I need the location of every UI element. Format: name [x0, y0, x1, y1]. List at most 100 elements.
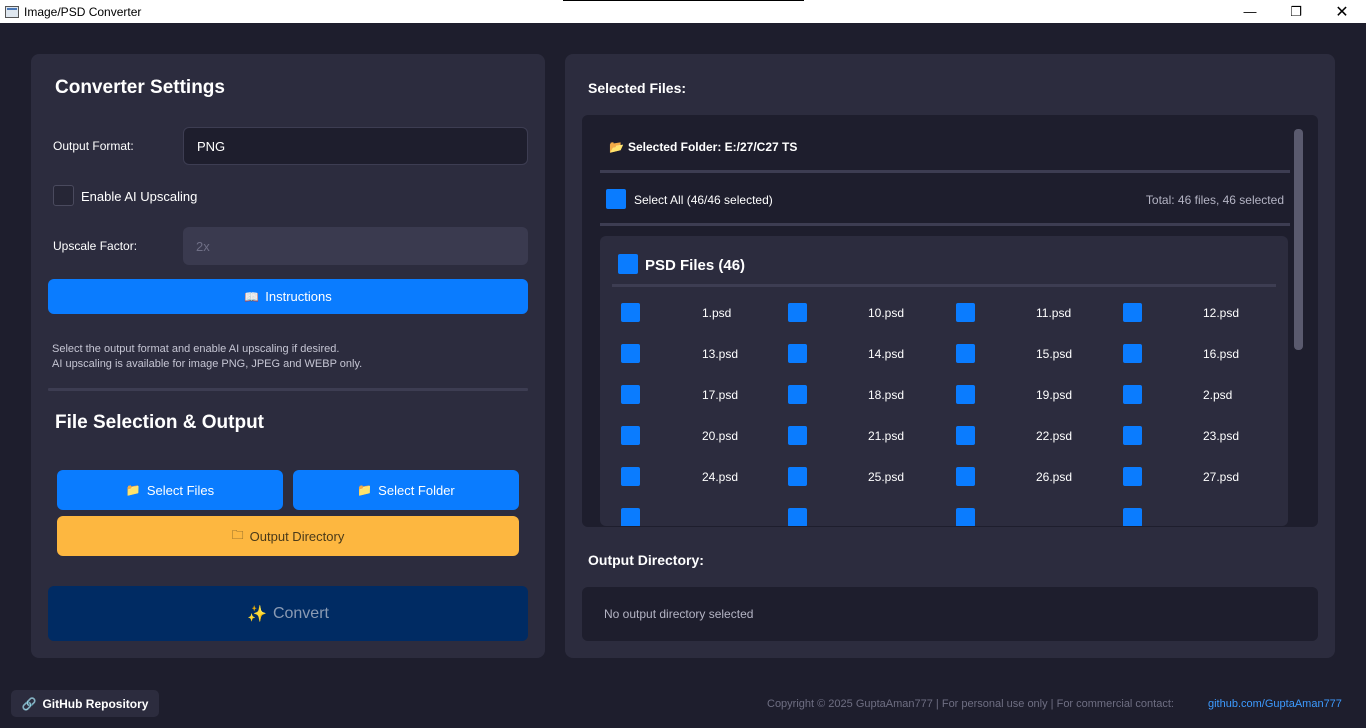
- output-directory-heading: Output Directory:: [588, 552, 704, 568]
- file-checkbox[interactable]: [956, 344, 975, 363]
- github-repository-label: GitHub Repository: [42, 696, 149, 711]
- instructions-label: Instructions: [265, 289, 332, 304]
- file-checkbox[interactable]: [1123, 426, 1142, 445]
- instructions-button[interactable]: 📖 Instructions: [48, 279, 528, 314]
- total-files-label: Total: 46 files, 46 selected: [1145, 193, 1284, 207]
- select-folder-label: Select Folder: [378, 482, 455, 498]
- minimize-button[interactable]: —: [1227, 0, 1273, 23]
- output-directory-display: No output directory selected: [582, 587, 1318, 641]
- folder-icon: 📁: [125, 483, 141, 497]
- selected-folder-line: 📂 Selected Folder: E:/27/C27 TS: [609, 140, 797, 154]
- psd-group-checkbox[interactable]: [618, 254, 638, 274]
- help-text: Select the output format and enable AI u…: [52, 342, 362, 372]
- file-name: 20.psd: [702, 429, 739, 443]
- select-files-button[interactable]: 📁 Select Files: [57, 470, 283, 510]
- file-name: 23.psd: [1203, 429, 1240, 443]
- file-name: 10.psd: [868, 306, 905, 320]
- file-checkbox[interactable]: [788, 303, 807, 322]
- file-checkbox[interactable]: [621, 385, 640, 404]
- upscale-factor-placeholder: 2x: [196, 238, 210, 254]
- file-checkbox[interactable]: [1123, 467, 1142, 486]
- file-name: 1.psd: [702, 306, 732, 320]
- file-checkbox[interactable]: [1123, 303, 1142, 322]
- file-checkbox[interactable]: [1123, 344, 1142, 363]
- ai-upscaling-label[interactable]: Enable AI Upscaling: [81, 189, 197, 204]
- app-icon: [5, 5, 19, 18]
- file-list-scrollbar[interactable]: [1294, 129, 1303, 350]
- file-checkbox[interactable]: [1123, 385, 1142, 404]
- output-format-value: PNG: [197, 138, 226, 154]
- file-name: 15.psd: [1036, 347, 1073, 361]
- file-name: 2.psd: [1203, 388, 1233, 402]
- close-button[interactable]: ✕: [1319, 0, 1365, 23]
- close-icon: ✕: [1335, 3, 1349, 21]
- file-checkbox[interactable]: [621, 467, 640, 486]
- file-checkbox[interactable]: [621, 303, 640, 322]
- file-name: 17.psd: [702, 388, 739, 402]
- file-selection-heading: File Selection & Output: [55, 412, 265, 433]
- minimize-icon: —: [1243, 4, 1257, 19]
- file-name: 27.psd: [1203, 470, 1240, 484]
- file-checkbox[interactable]: [956, 467, 975, 486]
- restore-button[interactable]: ❐: [1273, 0, 1319, 23]
- section-divider: [48, 388, 528, 391]
- select-all-label[interactable]: Select All (46/46 selected): [634, 193, 773, 207]
- selected-files-heading: Selected Files:: [588, 80, 687, 96]
- link-icon: 🔗: [21, 696, 37, 711]
- title-bar-accent-strip: [563, 0, 804, 1]
- converter-settings-panel: Converter Settings Output Format: PNG En…: [31, 54, 545, 658]
- file-checkbox[interactable]: [788, 467, 807, 486]
- file-checkbox[interactable]: [956, 385, 975, 404]
- window-title: Image/PSD Converter: [24, 4, 142, 19]
- github-repository-button[interactable]: 🔗 GitHub Repository: [11, 690, 159, 717]
- file-checkbox[interactable]: [956, 508, 975, 526]
- selected-files-panel: Selected Files: 📂 Selected Folder: E:/27/…: [565, 54, 1335, 658]
- convert-button[interactable]: ✨ Convert: [48, 586, 528, 641]
- output-format-select[interactable]: PNG: [183, 127, 528, 165]
- file-name: 21.psd: [868, 429, 905, 443]
- file-name: 11.psd: [1036, 306, 1072, 320]
- select-files-label: Select Files: [146, 482, 215, 498]
- folder-outline-icon: 🗀: [231, 527, 244, 542]
- file-checkbox[interactable]: [956, 426, 975, 445]
- file-name: 16.psd: [1203, 347, 1240, 361]
- file-name: 14.psd: [868, 347, 905, 361]
- psd-files-group: PSD Files (46) 1.psd 10.psd 11.psd 12.psd 13…: [600, 236, 1288, 526]
- copyright-text: Copyright © 2025 GuptaAman777 | For pers…: [767, 698, 1174, 710]
- file-name: 24.psd: [702, 470, 739, 484]
- file-name: 19.psd: [1036, 388, 1073, 402]
- file-name: 12.psd: [1203, 306, 1240, 320]
- sparkles-icon: ✨: [247, 605, 267, 623]
- converter-settings-heading: Converter Settings: [55, 77, 225, 98]
- output-directory-value: No output directory selected: [604, 607, 754, 621]
- file-checkbox[interactable]: [1123, 508, 1142, 526]
- file-checkbox[interactable]: [788, 508, 807, 526]
- file-checkbox[interactable]: [621, 426, 640, 445]
- help-line-2: AI upscaling is available for image PNG,…: [52, 358, 363, 370]
- select-all-divider: [600, 223, 1290, 226]
- file-checkbox[interactable]: [621, 344, 640, 363]
- help-line-1: Select the output format and enable AI u…: [52, 343, 340, 355]
- file-checkbox[interactable]: [621, 508, 640, 526]
- file-checkbox[interactable]: [788, 344, 807, 363]
- selected-folder-label: Selected Folder: E:/27/C27 TS: [627, 140, 798, 154]
- ai-upscaling-checkbox[interactable]: [53, 185, 74, 206]
- select-folder-button[interactable]: 📁 Select Folder: [293, 470, 519, 510]
- selected-files-list[interactable]: 📂 Selected Folder: E:/27/C27 TS Select Al…: [582, 115, 1318, 527]
- select-all-checkbox[interactable]: [606, 189, 626, 209]
- title-bar: Image/PSD Converter — ❐ ✕: [0, 0, 1366, 23]
- convert-label: Convert: [272, 604, 329, 622]
- folder-icon: 📁: [357, 483, 373, 497]
- output-directory-label: Output Directory: [249, 528, 345, 544]
- output-directory-button[interactable]: 🗀 Output Directory: [57, 516, 519, 556]
- file-checkbox[interactable]: [788, 426, 807, 445]
- file-name: 26.psd: [1036, 470, 1073, 484]
- upscale-factor-select: 2x: [183, 227, 528, 265]
- file-checkbox[interactable]: [788, 385, 807, 404]
- book-icon: 📖: [244, 289, 260, 304]
- psd-group-title: PSD Files (46): [645, 257, 746, 274]
- file-name: 22.psd: [1036, 429, 1073, 443]
- file-checkbox[interactable]: [956, 303, 975, 322]
- upscale-factor-label: Upscale Factor:: [53, 239, 138, 253]
- github-link[interactable]: github.com/GuptaAman777: [1208, 698, 1342, 710]
